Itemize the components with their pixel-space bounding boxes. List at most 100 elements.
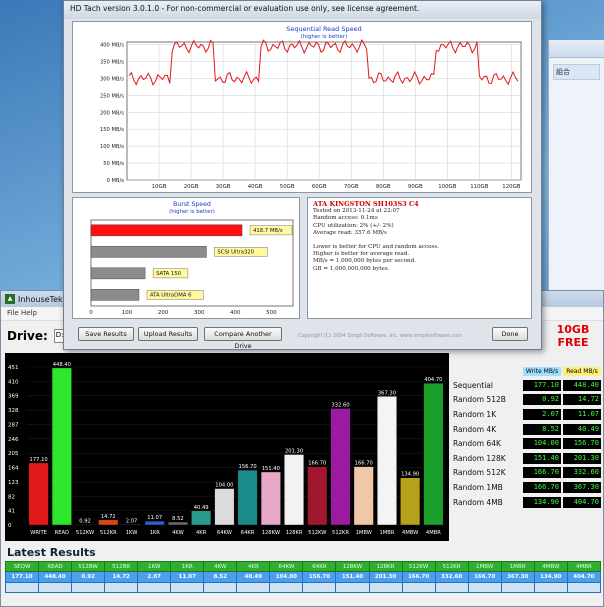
chart-category-label: 512KW xyxy=(308,530,326,536)
burst-chart-title: Burst Speed xyxy=(173,201,211,208)
upload-results-button[interactable]: Upload Results xyxy=(138,327,198,341)
table-row[interactable]: 177.10 448.40 0.92 14.72 2.07 11.07 8.52 40.49 1… xyxy=(4,571,602,583)
latest-empty-cell xyxy=(4,582,40,593)
burst-chart-subtitle: (higher is better) xyxy=(169,209,215,215)
chart-y-tick: 205 xyxy=(8,451,19,457)
latest-empty-cell xyxy=(467,582,502,593)
seq-x-tick: 70GB xyxy=(344,184,359,190)
write-value: 166.70 xyxy=(523,467,561,479)
latest-value-cell: 134.90 xyxy=(533,571,568,583)
latest-header-cell: 4KW xyxy=(203,561,238,572)
chart-bar xyxy=(260,471,281,526)
latest-header-cell: 512BR xyxy=(104,561,139,572)
write-column-header: Write MB/s xyxy=(523,367,561,376)
drive-info-panel: ATA KINGSTON SH103S3 C4 Tested on 2013-1… xyxy=(307,197,532,319)
latest-empty-cell xyxy=(302,582,337,593)
burst-bar-label: ATA UltraDMA 6 xyxy=(150,292,192,298)
test-name: Random 1MB xyxy=(453,482,503,492)
save-results-button[interactable]: Save Results xyxy=(78,327,134,341)
latest-empty-cell xyxy=(104,582,139,593)
latest-header-cell: 128KW xyxy=(335,561,370,572)
hdtach-button-bar: Save Results Upload Results Compare Anot… xyxy=(72,325,532,350)
app-logo-icon: ▲ xyxy=(5,294,15,304)
side-table-row: Sequential 177.10 448.40 xyxy=(453,378,601,393)
seq-x-tick: 50GB xyxy=(280,184,295,190)
results-side-table: Write MB/s Read MB/s Sequential 177.10 448… xyxy=(453,367,601,509)
write-value: 104.00 xyxy=(523,438,561,450)
chart-category-label: 512KW xyxy=(76,530,94,536)
seq-chart-title: Sequential Read Speed xyxy=(286,25,361,33)
cpu-utilization-value: CPU utilization: 2% (+/- 2%) xyxy=(313,222,394,229)
chart-y-tick: 410 xyxy=(8,379,19,385)
chart-bar xyxy=(98,519,119,526)
burst-x-tick: 100 xyxy=(122,310,133,316)
seq-y-tick: 350 MB/s xyxy=(100,59,124,65)
chart-category-label: 4MBW xyxy=(402,530,418,536)
chart-category-label: 4KW xyxy=(172,530,184,536)
chart-bar xyxy=(237,469,258,526)
test-name: Random 4MB xyxy=(453,497,503,507)
chart-bar xyxy=(121,524,142,526)
hdtach-window: HD Tach version 3.0.1.0 - For non-commer… xyxy=(63,0,542,350)
latest-empty-cell xyxy=(269,582,304,593)
test-date: Tested on 2013-11-24 at 22:07 xyxy=(313,208,400,215)
latest-empty-cell xyxy=(401,582,436,593)
chart-bar xyxy=(144,520,165,526)
latest-header-cell: 4KR xyxy=(236,561,271,572)
chart-value-label: 40.49 xyxy=(194,505,209,511)
chart-category-label: 512KR xyxy=(100,530,117,536)
drive-model: ATA KINGSTON SH103S3 C4 xyxy=(313,200,419,208)
side-table-row: Random 1K 2.07 11.07 xyxy=(453,407,601,422)
burst-x-tick: 0 xyxy=(89,310,93,316)
latest-empty-cell xyxy=(236,582,271,593)
latest-results-table: SEQW READ 512BW 512BR 1KW 1KR 4KW 4KR 64KW 64KR 12… xyxy=(4,561,602,593)
latest-value-cell: 201.30 xyxy=(368,571,403,583)
latest-value-cell: 2.07 xyxy=(137,571,172,583)
seq-x-tick: 110GB xyxy=(470,184,488,190)
seq-y-tick: 250 MB/s xyxy=(100,93,124,99)
burst-bar xyxy=(90,267,146,280)
latest-empty-cell xyxy=(533,582,568,593)
latest-header-cell: 1KW xyxy=(137,561,172,572)
latest-value-cell: 332.60 xyxy=(434,571,469,583)
latest-value-cell: 11.07 xyxy=(170,571,205,583)
chart-category-label: 4KR xyxy=(196,530,207,536)
explorer-organize-button[interactable]: 組合 xyxy=(553,64,600,80)
latest-value-cell: 177.10 xyxy=(4,571,40,583)
test-name: Random 512B xyxy=(453,395,506,405)
side-table-row: Random 512K 166.70 332.60 xyxy=(453,466,601,481)
seq-y-tick: 0 MB/s xyxy=(107,178,125,184)
hdtach-titlebar[interactable]: HD Tach version 3.0.1.0 - For non-commer… xyxy=(64,1,541,19)
chart-category-label: 1MBW xyxy=(356,530,372,536)
benchmark-bar-chart: 451 410 369 328 287 246 205 164 123 82 41 0 177.10 WR… xyxy=(5,353,449,541)
chart-y-tick: 328 xyxy=(8,408,19,414)
latest-value-cell: 40.49 xyxy=(236,571,271,583)
legend-note: Higher is better for average read. xyxy=(313,251,410,258)
chart-y-tick: 451 xyxy=(8,365,19,371)
compare-drive-button[interactable]: Compare Another Drive xyxy=(204,327,282,350)
burst-x-tick: 300 xyxy=(194,310,205,316)
test-name: Random 512K xyxy=(453,468,506,478)
chart-bar xyxy=(353,466,374,526)
latest-empty-cell xyxy=(38,582,73,593)
chart-bar xyxy=(284,454,305,526)
chart-y-tick: 0 xyxy=(8,523,12,529)
seq-y-tick: 150 MB/s xyxy=(100,127,124,133)
free-space-badge: 10GB FREE xyxy=(556,323,590,349)
write-value: 8.52 xyxy=(523,423,561,435)
chart-bar xyxy=(75,524,96,526)
read-value: 404.70 xyxy=(563,496,601,508)
chart-value-label: 166.70 xyxy=(308,461,326,467)
latest-value-cell: 166.70 xyxy=(401,571,436,583)
burst-bar xyxy=(90,224,243,237)
latest-empty-cell xyxy=(566,582,602,593)
chart-category-label: 512KR xyxy=(332,530,349,536)
table-row[interactable] xyxy=(4,582,602,593)
latest-header-cell: 128KR xyxy=(368,561,403,572)
seq-plot-area xyxy=(126,41,522,181)
chart-category-label: 64KW xyxy=(217,530,232,536)
chart-bar xyxy=(191,510,212,526)
latest-header-cell: 1MBW xyxy=(467,561,502,572)
done-button[interactable]: Done xyxy=(492,327,528,341)
latest-header-cell: 1MBR xyxy=(500,561,535,572)
